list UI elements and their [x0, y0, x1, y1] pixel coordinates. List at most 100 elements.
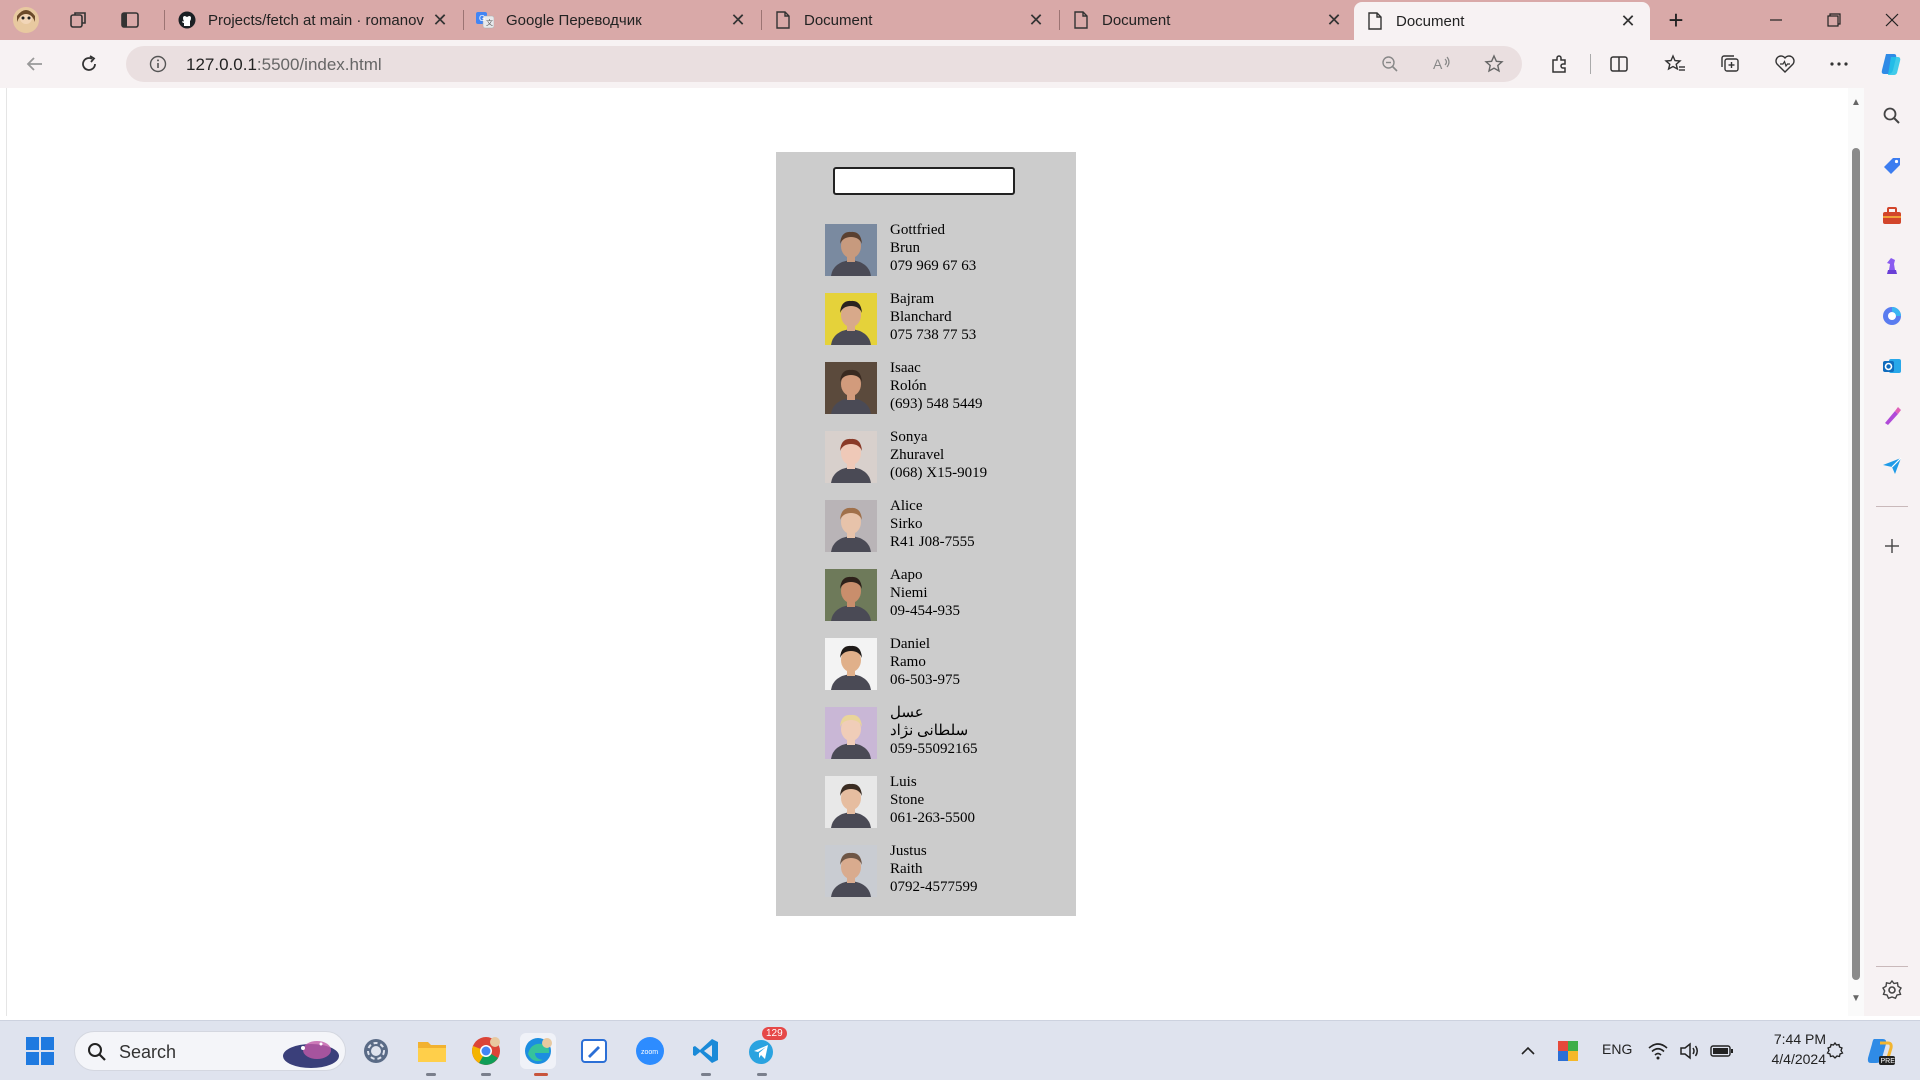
outlook-icon[interactable] [1878, 352, 1906, 380]
document-icon [1366, 12, 1384, 30]
plus-icon: + [1668, 4, 1684, 35]
google-translate-icon: G文 [476, 11, 494, 29]
settings-icon[interactable] [1878, 976, 1906, 1004]
notifications-icon[interactable] [1820, 1033, 1850, 1069]
tab-document-active[interactable]: Document ✕ [1354, 2, 1650, 40]
profile-avatar[interactable] [12, 6, 40, 34]
refresh-button[interactable] [74, 49, 104, 79]
page-scrollbar[interactable]: ▲ ▼ [1848, 88, 1864, 1016]
back-button[interactable] [20, 49, 50, 79]
search-input[interactable] [833, 167, 1015, 195]
running-indicator [701, 1073, 711, 1076]
address-bar[interactable]: 127.0.0.1:5500/index.html A [126, 46, 1522, 82]
favorite-star-icon[interactable] [1482, 52, 1506, 76]
windows-start-icon[interactable] [22, 1033, 58, 1069]
contact-phone: 061-263-5500 [890, 810, 975, 826]
scroll-thumb[interactable] [1852, 148, 1860, 980]
tab-label: Document [804, 11, 873, 29]
chess-icon[interactable] [1878, 252, 1906, 280]
url-path: :5500/index.html [256, 55, 382, 74]
zoom-out-icon[interactable] [1378, 52, 1402, 76]
info-icon[interactable] [146, 52, 170, 76]
contact-item[interactable]: Luis Stone 061-263-5500 [825, 774, 1045, 836]
scroll-down-icon[interactable]: ▼ [1851, 994, 1861, 1004]
minimize-button[interactable] [1748, 0, 1804, 40]
contact-item[interactable]: Justus Raith 0792-4577599 [825, 842, 1045, 905]
title-bar: Projects/fetch at main · romanov ✕ G文 Go… [0, 0, 1920, 40]
collections-icon[interactable] [1715, 49, 1745, 79]
more-menu-icon[interactable] [1824, 49, 1854, 79]
contact-item[interactable]: عسل سلطانی نژاد 059-55092165 [825, 705, 1045, 767]
designer-icon[interactable] [1878, 402, 1906, 430]
language-indicator[interactable]: ENG [1602, 1041, 1632, 1057]
svg-text:PRE: PRE [1881, 1058, 1896, 1065]
close-icon[interactable]: ✕ [1618, 11, 1638, 32]
close-icon[interactable]: ✕ [430, 10, 450, 31]
contact-avatar [825, 638, 877, 690]
favorites-icon[interactable] [1660, 49, 1690, 79]
contact-avatar [825, 431, 877, 483]
restore-icon [1827, 13, 1841, 27]
restore-button[interactable] [1806, 0, 1862, 40]
running-indicator [757, 1073, 767, 1076]
copilot-preview-icon[interactable]: PRE [1862, 1033, 1898, 1069]
copilot-icon[interactable] [1876, 49, 1906, 79]
tab-google-translate[interactable]: G文 Google Переводчик ✕ [464, 2, 760, 38]
send-icon[interactable] [1878, 452, 1906, 480]
close-icon[interactable]: ✕ [1026, 10, 1046, 31]
tab-document-2[interactable]: Document ✕ [1060, 2, 1356, 38]
tab-actions-icon[interactable] [116, 6, 144, 34]
add-icon[interactable] [1878, 532, 1906, 560]
split-screen-icon[interactable] [1604, 49, 1634, 79]
new-tab-button[interactable]: + [1662, 4, 1690, 35]
tab-separator [164, 10, 165, 30]
contact-first-name: Bajram [890, 291, 935, 307]
contact-details: Justus Raith 0792-4577599 [890, 842, 978, 896]
contact-item[interactable]: Sonya Zhuravel (068) X15-9019 [825, 429, 1045, 491]
briefcase-icon[interactable] [1878, 202, 1906, 230]
svg-text:G: G [479, 14, 485, 23]
telegram-icon[interactable]: 129 [744, 1027, 787, 1069]
settings-app-icon[interactable] [358, 1033, 394, 1069]
contact-first-name: Luis [890, 774, 917, 790]
copilot-app-icon[interactable] [1878, 302, 1906, 330]
contact-last-name: Blanchard [890, 309, 952, 325]
close-icon[interactable]: ✕ [728, 10, 748, 31]
zoom-icon[interactable]: zoom [632, 1033, 668, 1069]
vscode-icon[interactable] [688, 1033, 724, 1069]
battery-icon[interactable] [1708, 1033, 1736, 1069]
chevron-up-icon[interactable] [1510, 1033, 1546, 1069]
sidebar-divider [1876, 966, 1908, 967]
workspaces-icon[interactable] [64, 6, 92, 34]
clock-time[interactable]: 7:44 PM [1756, 1031, 1826, 1047]
chrome-icon[interactable] [468, 1033, 504, 1069]
contact-item[interactable]: Gottfried Brun 079 969 67 63 [825, 222, 1045, 284]
wifi-icon[interactable] [1644, 1033, 1672, 1069]
edge-icon[interactable] [520, 1033, 556, 1069]
contact-first-name: Aapo [890, 567, 923, 583]
color-app-icon[interactable] [1550, 1033, 1586, 1069]
whiteboard-icon[interactable] [576, 1033, 612, 1069]
volume-icon[interactable] [1676, 1033, 1704, 1069]
extensions-icon[interactable] [1544, 49, 1574, 79]
edge-sidebar [1864, 88, 1920, 1016]
close-window-button[interactable] [1864, 0, 1920, 40]
browser-essentials-icon[interactable] [1770, 49, 1800, 79]
contact-item[interactable]: Alice Sirko R41 J08-7555 [825, 498, 1045, 560]
contact-item[interactable]: Isaac Rolón (693) 548 5449 [825, 360, 1045, 422]
scroll-up-icon[interactable]: ▲ [1851, 98, 1861, 108]
contact-last-name: Ramo [890, 654, 926, 670]
tab-document-1[interactable]: Document ✕ [762, 2, 1058, 38]
tag-icon[interactable] [1878, 152, 1906, 180]
search-icon[interactable] [1878, 102, 1906, 130]
url-text[interactable]: 127.0.0.1:5500/index.html [186, 55, 382, 75]
tab-github[interactable]: Projects/fetch at main · romanov ✕ [166, 2, 462, 38]
contact-item[interactable]: Daniel Ramo 06-503-975 [825, 636, 1045, 698]
close-icon[interactable]: ✕ [1324, 10, 1344, 31]
contact-item[interactable]: Bajram Blanchard 075 738 77 53 [825, 291, 1045, 353]
read-aloud-icon[interactable]: A [1430, 52, 1454, 76]
taskbar-search[interactable]: Search [74, 1031, 346, 1071]
clock-date[interactable]: 4/4/2024 [1756, 1051, 1827, 1067]
contact-item[interactable]: Aapo Niemi 09-454-935 [825, 567, 1045, 629]
file-explorer-icon[interactable] [414, 1033, 450, 1069]
